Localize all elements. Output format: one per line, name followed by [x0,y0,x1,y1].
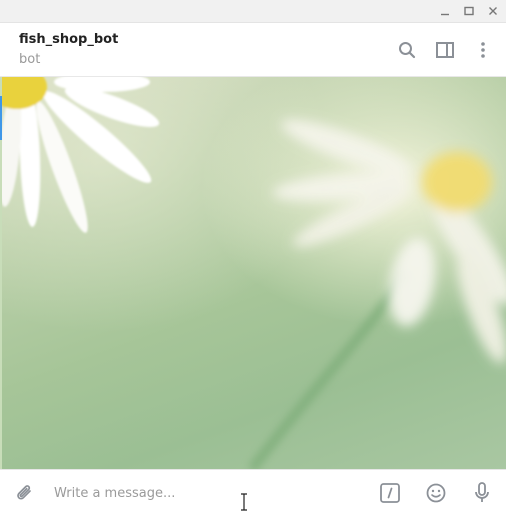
microphone-icon[interactable] [470,481,494,505]
window-titlebar [0,0,506,23]
chat-messages-area[interactable] [2,77,506,469]
more-vertical-icon[interactable] [471,38,495,62]
chat-header: fish_shop_bot bot [0,23,506,77]
message-input[interactable] [54,484,354,502]
paperclip-icon[interactable] [13,481,37,505]
telegram-window: fish_shop_bot bot [0,0,506,515]
maximize-icon[interactable] [459,2,479,20]
daisy-wallpaper [2,77,506,469]
chat-subtitle: bot [19,52,41,67]
sidebar-toggle-icon[interactable] [433,38,457,62]
mouse-ibeam-cursor [240,493,248,511]
close-icon[interactable] [483,2,503,20]
bot-command-icon[interactable] [378,481,402,505]
minimize-icon[interactable] [435,2,455,20]
search-icon[interactable] [395,38,419,62]
emoji-icon[interactable] [424,481,448,505]
message-composer [0,469,506,515]
chat-title[interactable]: fish_shop_bot [19,32,118,47]
